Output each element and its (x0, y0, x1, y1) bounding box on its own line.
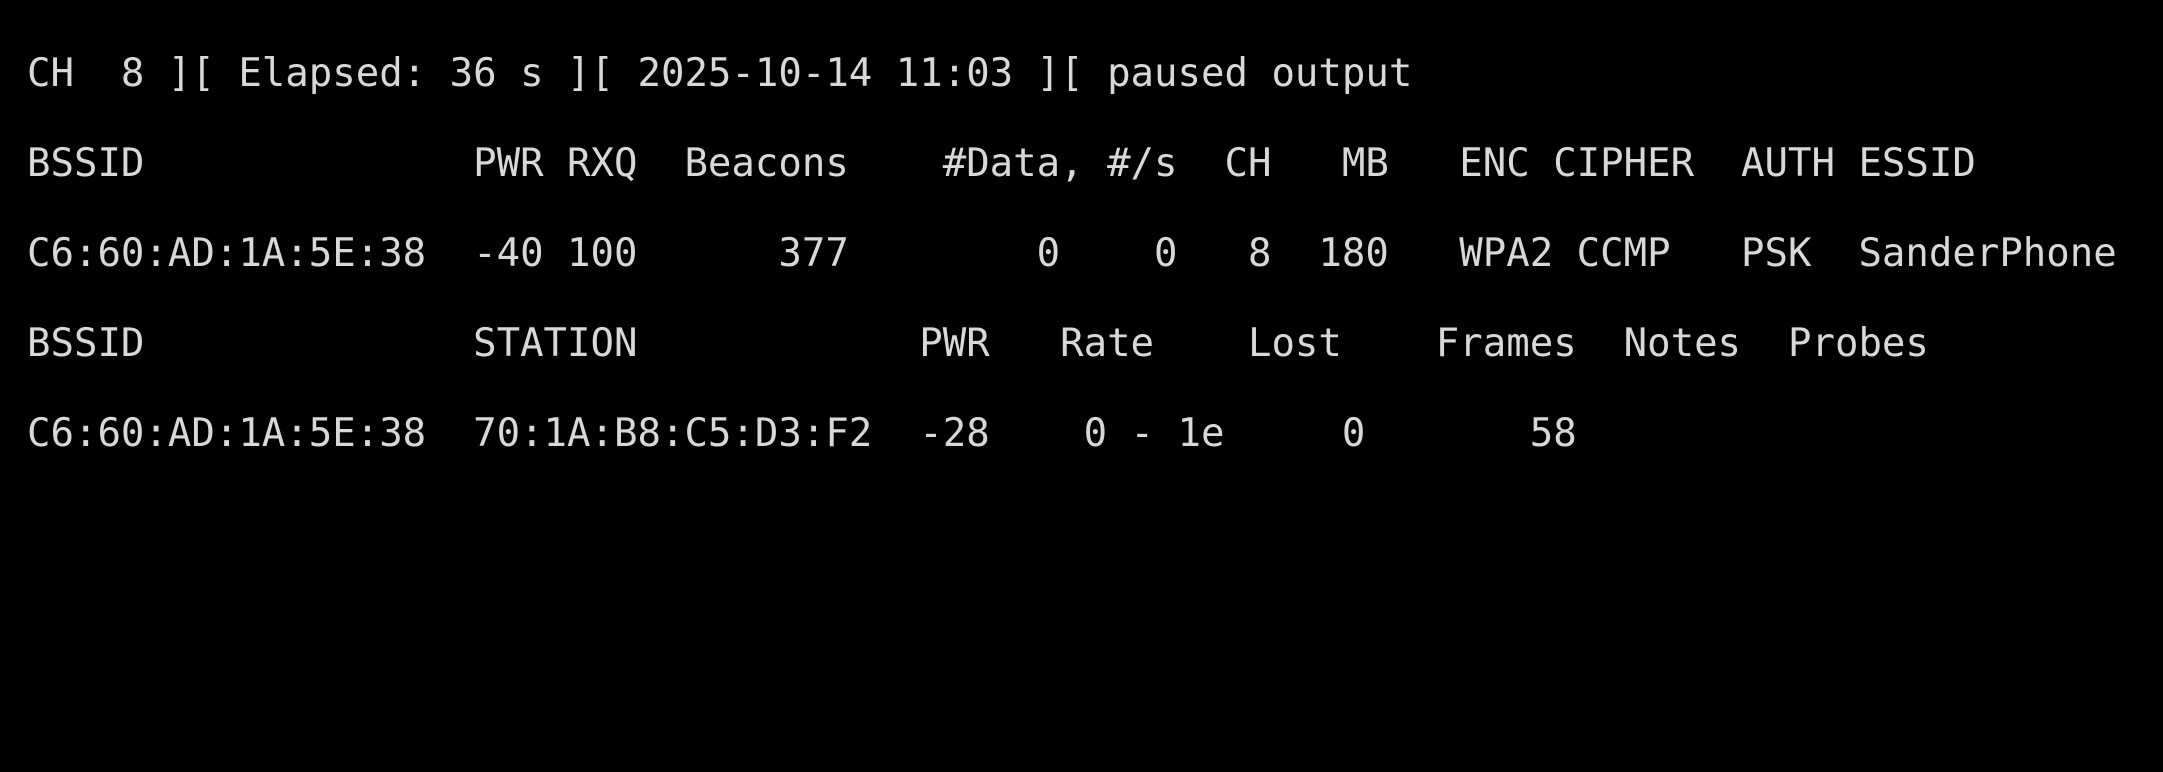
station-row: C6:60:AD:1A:5E:38 70:1A:B8:C5:D3:F2 -28 … (27, 411, 1577, 456)
terminal-window[interactable]: CH 8 ][ Elapsed: 36 s ][ 2025-10-14 11:0… (0, 0, 2163, 772)
access-point-row: C6:60:AD:1A:5E:38 -40 100 377 0 0 8 180 … (27, 231, 2117, 276)
status-line: CH 8 ][ Elapsed: 36 s ][ 2025-10-14 11:0… (27, 51, 1413, 96)
station-table-header: BSSID STATION PWR Rate Lost Frames Notes… (27, 321, 1929, 366)
access-point-table-header: BSSID PWR RXQ Beacons #Data, #/s CH MB E… (27, 141, 1976, 186)
